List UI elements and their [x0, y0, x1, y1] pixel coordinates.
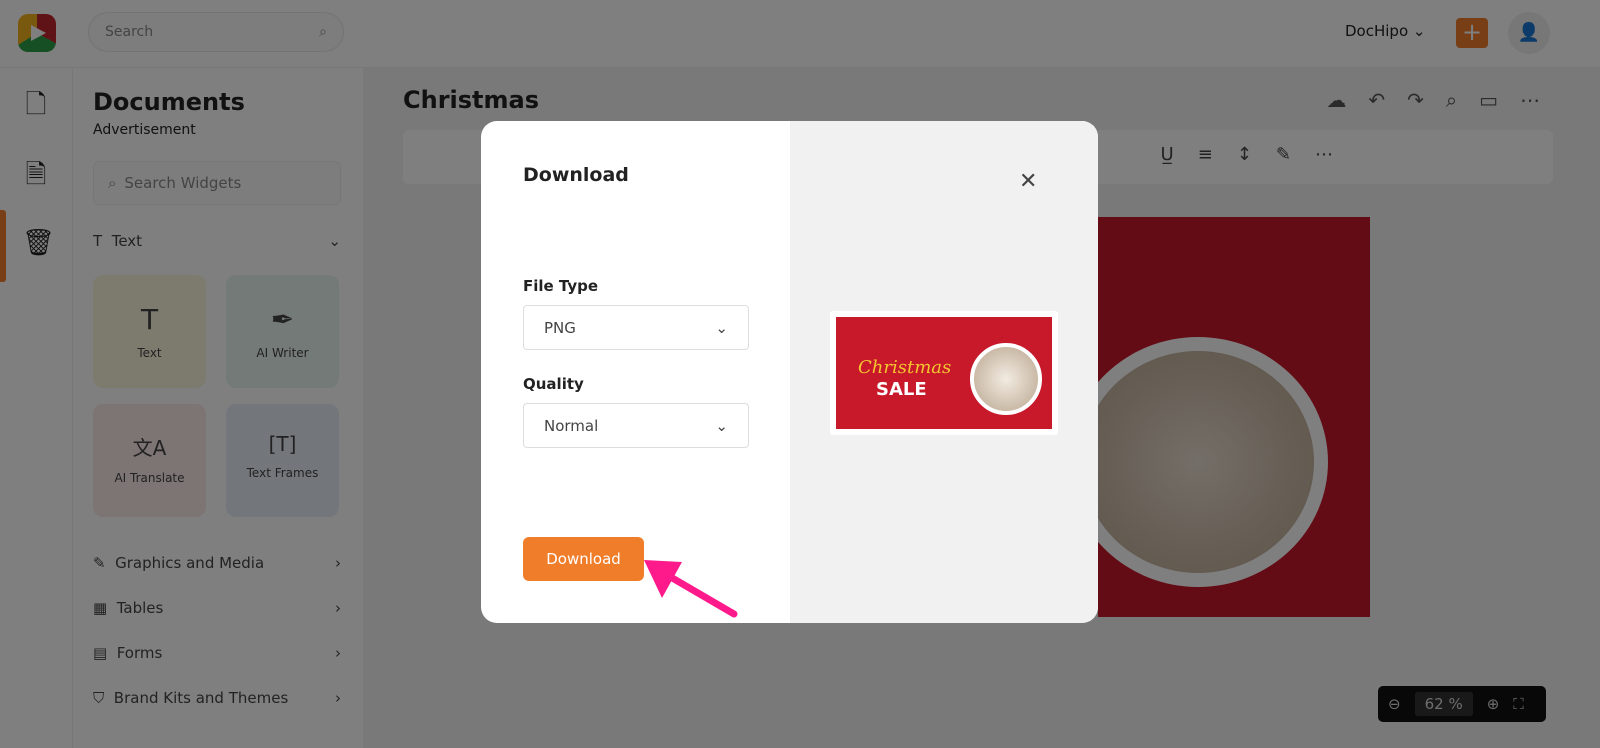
preview-headline: Christmas: [858, 357, 952, 378]
preview-photo: [970, 343, 1042, 415]
pointer-arrow-icon: [644, 560, 738, 618]
file-type-select[interactable]: PNG ⌄: [523, 305, 749, 350]
download-dialog: Download ✕ File Type PNG ⌄ Quality Normal…: [481, 121, 1098, 623]
close-icon[interactable]: ✕: [1019, 169, 1037, 194]
chevron-down-icon: ⌄: [715, 416, 728, 435]
file-type-label: File Type: [523, 277, 599, 295]
design-preview: Christmas SALE: [830, 311, 1058, 435]
chevron-down-icon: ⌄: [715, 318, 728, 337]
quality-select[interactable]: Normal ⌄: [523, 403, 749, 448]
quality-label: Quality: [523, 375, 584, 393]
preview-sub: SALE: [876, 379, 927, 400]
file-type-value: PNG: [544, 318, 576, 337]
download-button[interactable]: Download: [523, 537, 644, 581]
quality-value: Normal: [544, 416, 599, 435]
dialog-title: Download: [523, 164, 629, 186]
